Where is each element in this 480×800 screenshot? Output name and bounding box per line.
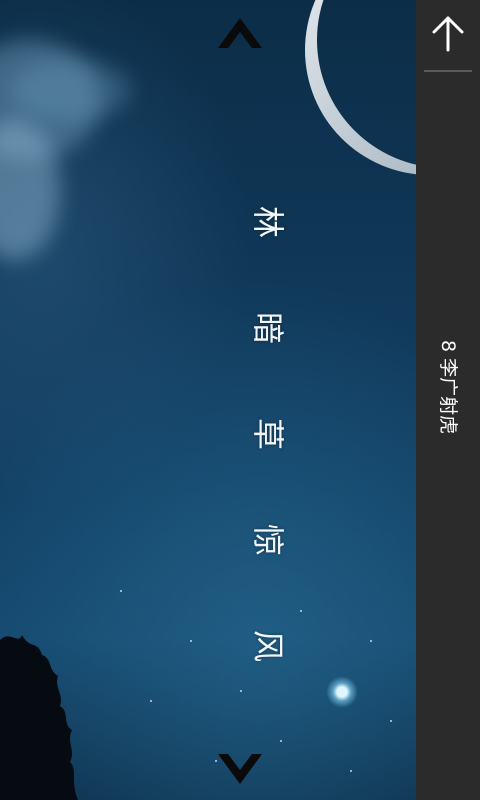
- poem-char: 林: [249, 205, 287, 238]
- cloud: [10, 60, 130, 120]
- poem-char: 风: [249, 629, 287, 662]
- chevron-up-icon: [218, 18, 262, 48]
- star: [350, 770, 352, 772]
- poem-char: 草: [249, 417, 287, 450]
- back-arrow-icon: [432, 16, 464, 52]
- page-title: 8 李广射虎: [437, 340, 459, 435]
- night-sky-background: 林 暗 草 惊 风: [0, 0, 416, 800]
- poem-text: 林 暗 草 惊 风: [238, 192, 298, 722]
- star: [300, 610, 302, 612]
- back-button[interactable]: [424, 10, 472, 70]
- star: [370, 640, 372, 642]
- next-page-button[interactable]: [214, 750, 266, 790]
- poem-char: 暗: [249, 311, 287, 344]
- glowing-star: [326, 676, 358, 708]
- star: [150, 700, 152, 702]
- page-title-container: 8 李广射虎: [416, 340, 480, 460]
- tree-silhouette: [0, 610, 90, 800]
- chevron-down-icon: [218, 754, 262, 784]
- star: [120, 590, 122, 592]
- previous-page-button[interactable]: [214, 12, 266, 52]
- poem-char: 惊: [249, 523, 287, 556]
- star: [390, 720, 392, 722]
- star: [280, 740, 282, 742]
- reader-screen: 林 暗 草 惊 风 8 李广射虎: [0, 0, 480, 800]
- divider: [424, 70, 472, 72]
- crescent-moon: [300, 0, 416, 240]
